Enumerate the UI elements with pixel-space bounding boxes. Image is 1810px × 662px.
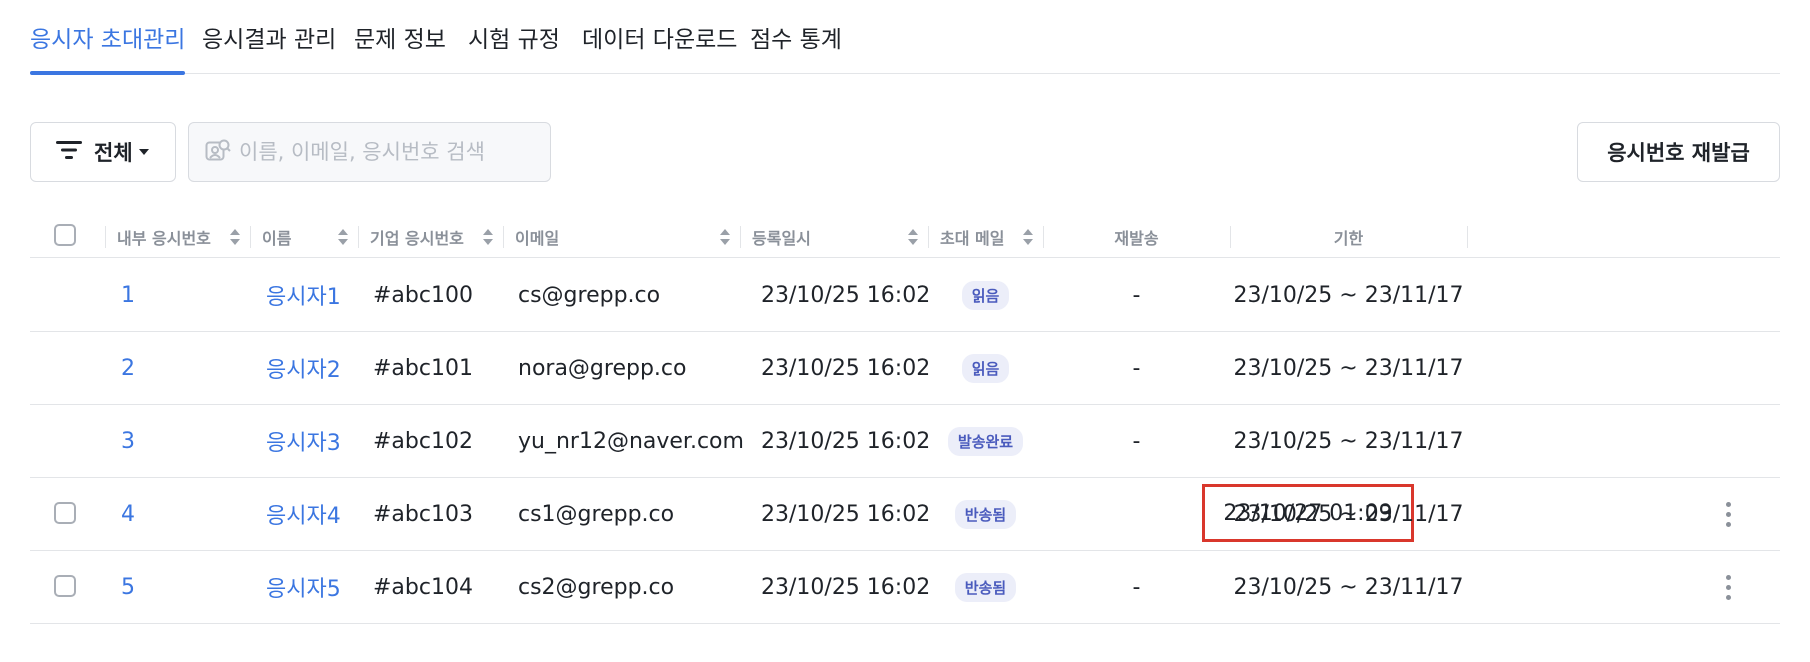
sort-icon — [720, 229, 730, 245]
email: yu_nr12@naver.com — [518, 428, 744, 454]
col-internal-id[interactable]: 내부 응시번호 — [105, 222, 250, 252]
tab-question-info[interactable]: 문제 정보 — [354, 20, 446, 74]
tab-data-download[interactable]: 데이터 다운로드 — [582, 20, 737, 74]
registered-date: 23/10/25 16:02 — [761, 574, 931, 600]
sort-icon — [483, 229, 493, 245]
filter-icon — [56, 140, 82, 164]
resend-date: - — [1132, 282, 1141, 308]
registered-date: 23/10/25 16:02 — [761, 501, 931, 527]
valid-period: 23/10/25 ~ 23/11/17 — [1233, 574, 1464, 600]
col-name[interactable]: 이름 — [250, 222, 358, 252]
mail-status-cell: 발송완료 — [928, 405, 1043, 477]
mail-status-cell: 읽음 — [928, 259, 1043, 331]
col-email[interactable]: 이메일 — [503, 222, 740, 252]
table-row: 2 응시자2 #abc101 nora@grepp.co 23/10/25 16:02 읽… — [30, 332, 1780, 405]
valid-period: 23/10/25 ~ 23/11/17 — [1233, 282, 1464, 308]
mail-status-badge: 읽음 — [961, 353, 1010, 383]
reissue-number-button[interactable]: 응시번호 재발급 — [1577, 122, 1780, 182]
tab-candidate-invite[interactable]: 응시자 초대관리 — [30, 20, 186, 75]
email: cs1@grepp.co — [518, 501, 675, 527]
candidate-invite-page: 응시자 초대관리 응시결과 관리 문제 정보 시험 규정 데이터 다운로드 점수… — [30, 0, 1780, 662]
corp-id: #abc101 — [373, 355, 473, 381]
internal-id-link[interactable]: 1 — [121, 259, 135, 331]
row-checkbox[interactable] — [54, 575, 76, 597]
select-all-checkbox[interactable] — [54, 224, 76, 246]
tab-exam-rules[interactable]: 시험 규정 — [468, 20, 560, 74]
mail-status-cell: 반송됨 — [928, 551, 1043, 623]
row-checkbox[interactable] — [54, 502, 76, 524]
more-options-icon[interactable] — [1723, 502, 1733, 528]
sort-icon — [230, 229, 240, 245]
mail-status-cell: 반송됨 — [928, 478, 1043, 550]
table-row: 4 응시자4 #abc103 cs1@grepp.co 23/10/25 16:02 반송… — [30, 478, 1780, 551]
resend-date: - — [1132, 574, 1141, 600]
corp-id: #abc100 — [373, 282, 473, 308]
filter-dropdown[interactable]: 전체 — [30, 122, 176, 182]
corp-id: #abc103 — [373, 501, 473, 527]
sort-icon — [1023, 229, 1033, 245]
search-input[interactable] — [239, 140, 539, 164]
candidate-name-link[interactable]: 응시자1 — [266, 259, 341, 331]
more-options-icon[interactable] — [1723, 575, 1733, 601]
col-registered[interactable]: 등록일시 — [740, 222, 928, 252]
search-box[interactable] — [188, 122, 551, 182]
email: cs2@grepp.co — [518, 574, 675, 600]
col-corp-id[interactable]: 기업 응시번호 — [358, 222, 503, 252]
valid-period: 23/10/25 ~ 23/11/17 — [1233, 355, 1464, 381]
sort-icon — [338, 229, 348, 245]
email: cs@grepp.co — [518, 282, 661, 308]
internal-id-link[interactable]: 3 — [121, 405, 135, 477]
resend-date: - — [1132, 355, 1141, 381]
col-resend: 재발송 — [1043, 222, 1230, 252]
corp-id: #abc102 — [373, 428, 473, 454]
mail-status-badge: 발송완료 — [947, 426, 1024, 456]
user-search-icon — [205, 138, 231, 166]
valid-period: 23/10/25 ~ 23/11/17 — [1233, 428, 1464, 454]
table-row: 3 응시자3 #abc102 yu_nr12@naver.com 23/10/25 16… — [30, 405, 1780, 478]
registered-date: 23/10/25 16:02 — [761, 355, 931, 381]
candidate-name-link[interactable]: 응시자2 — [266, 332, 341, 404]
chevron-down-icon — [138, 149, 149, 155]
table-header: 내부 응시번호 이름 기업 응시번호 이메일 등록일시 초대 메일 재발송 기한 — [30, 214, 1780, 258]
sort-icon — [908, 229, 918, 245]
filter-label: 전체 — [94, 141, 133, 165]
col-invite-mail[interactable]: 초대 메일 — [928, 222, 1043, 252]
candidate-name-link[interactable]: 응시자4 — [266, 478, 341, 550]
tab-score-stats[interactable]: 점수 통계 — [750, 20, 842, 74]
corp-id: #abc104 — [373, 574, 473, 600]
registered-date: 23/10/25 16:02 — [761, 282, 931, 308]
internal-id-link[interactable]: 5 — [121, 551, 135, 623]
col-actions — [1467, 222, 1468, 252]
mail-status-badge: 반송됨 — [954, 499, 1017, 529]
resend-date: - — [1132, 428, 1141, 454]
registered-date: 23/10/25 16:02 — [761, 428, 931, 454]
mail-status-cell: 읽음 — [928, 332, 1043, 404]
tab-bar: 응시자 초대관리 응시결과 관리 문제 정보 시험 규정 데이터 다운로드 점수… — [30, 0, 1780, 75]
email: nora@grepp.co — [518, 355, 687, 381]
table-row: 1 응시자1 #abc100 cs@grepp.co 23/10/25 16:02 읽음 -… — [30, 259, 1780, 332]
candidate-name-link[interactable]: 응시자3 — [266, 405, 341, 477]
tab-test-results[interactable]: 응시결과 관리 — [202, 20, 336, 74]
candidate-name-link[interactable]: 응시자5 — [266, 551, 341, 623]
internal-id-link[interactable]: 4 — [121, 478, 135, 550]
col-period: 기한 — [1230, 222, 1467, 252]
mail-status-badge: 반송됨 — [954, 572, 1017, 602]
internal-id-link[interactable]: 2 — [121, 332, 135, 404]
table-row: 5 응시자5 #abc104 cs2@grepp.co 23/10/25 16:02 반송… — [30, 551, 1780, 624]
valid-period: 23/10/25 ~ 23/11/17 — [1233, 501, 1464, 527]
mail-status-badge: 읽음 — [961, 280, 1010, 310]
